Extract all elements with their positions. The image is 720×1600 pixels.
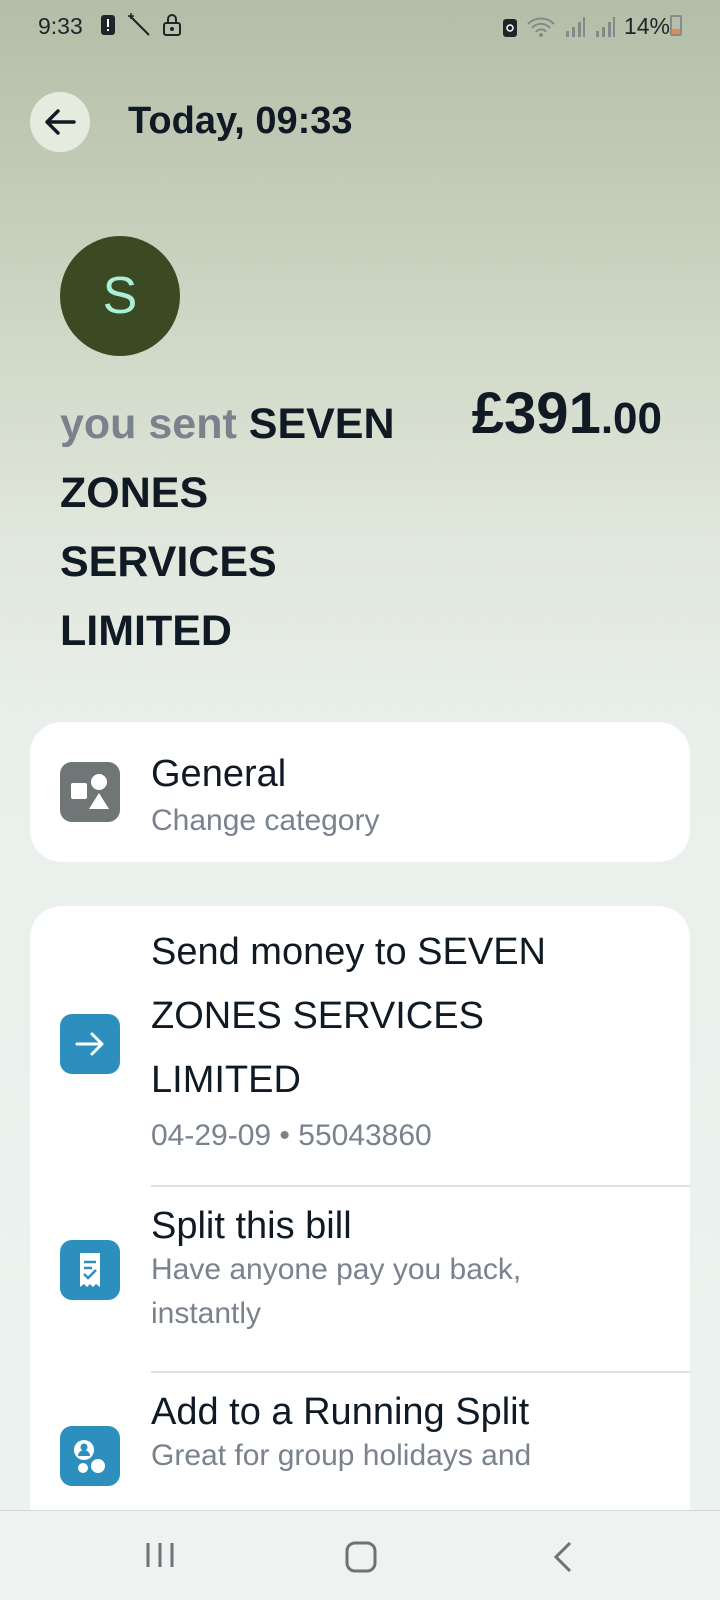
actions-card: Send money to SEVEN ZONES SERVICES LIMIT… [30, 906, 690, 1600]
receipt-icon [60, 1240, 120, 1300]
amount-main: £391 [471, 381, 601, 446]
avatar-letter: S [102, 267, 138, 325]
send-money-title: Send money to SEVEN ZONES SERVICES LIMIT… [151, 931, 546, 1101]
battery-percent: 14% [623, 13, 670, 39]
split-bill-subtitle: Have anyone pay you back, instantly [151, 1253, 522, 1330]
divider [151, 1185, 690, 1187]
signal-icon [595, 16, 615, 37]
sent-prefix: you sent [60, 400, 237, 448]
alert-icon [101, 15, 115, 35]
home-icon [345, 1541, 377, 1573]
amount-cents: .00 [600, 394, 662, 443]
lock-icon [163, 14, 181, 36]
category-subtitle: Change category [151, 804, 380, 837]
divider [151, 1371, 690, 1373]
shapes-icon [60, 762, 120, 822]
payee-avatar: S [60, 236, 180, 356]
send-money-subtitle: 04-29-09 • 55043860 [151, 1119, 432, 1152]
group-icon [60, 1426, 120, 1486]
system-back-button[interactable] [552, 1541, 576, 1578]
signal-icon [565, 16, 585, 37]
data-saver-icon [502, 18, 517, 37]
wifi-icon [527, 17, 555, 37]
arrow-right-icon [60, 1014, 120, 1074]
back-button[interactable] [30, 92, 90, 152]
system-nav-bar [0, 1510, 720, 1600]
category-card[interactable]: General Change category [30, 722, 690, 862]
battery-icon [670, 15, 682, 36]
status-time: 9:33 [38, 13, 83, 39]
arrow-left-icon [45, 109, 76, 135]
running-split-subtitle: Great for group holidays and [151, 1439, 532, 1472]
home-button[interactable] [345, 1541, 377, 1578]
chevron-left-icon [553, 1541, 572, 1573]
status-bar: 9:33 14% [0, 0, 720, 52]
transaction-description: you sent SEVEN ZONES SERVICES LIMITED [60, 390, 430, 666]
transaction-amount: £391.00 [472, 380, 662, 447]
recent-apps-icon [146, 1543, 174, 1567]
recent-apps-button[interactable] [144, 1541, 176, 1574]
category-title: General [151, 753, 287, 795]
page-title: Today, 09:33 [128, 100, 353, 142]
magic-wand-icon [128, 13, 150, 36]
